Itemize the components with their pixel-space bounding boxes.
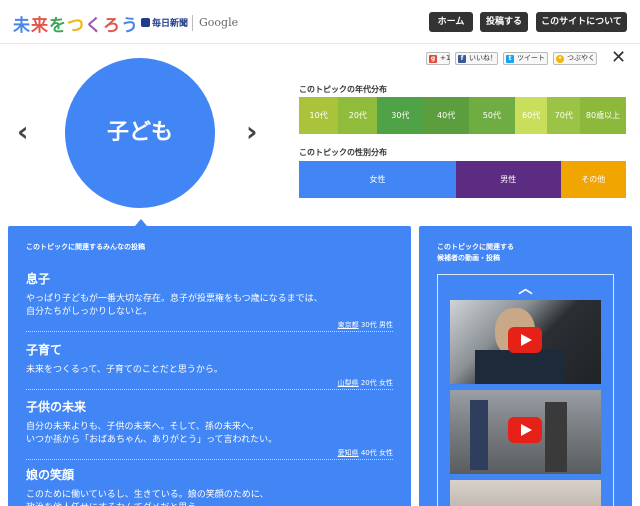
nav-post-button[interactable]: 投稿する	[480, 12, 528, 32]
scroll-up-chevron-icon[interactable]: ︿	[438, 278, 613, 298]
age-segment[interactable]: 30代	[377, 97, 424, 134]
video-thumbnail[interactable]	[450, 480, 601, 506]
site-logo[interactable]: 未来をつくろう	[13, 11, 139, 36]
logo-char: く	[85, 16, 103, 36]
related-posts-panel: このトピックに関連するみんなの投稿 息子 やっぱり子どもが一番大切な存在。息子が…	[8, 226, 411, 506]
prev-topic-chevron-left-icon[interactable]: ‹	[17, 118, 29, 146]
video-carousel: ︿	[437, 274, 614, 506]
video-person	[545, 402, 567, 472]
gender-segment[interactable]: 男性	[455, 161, 561, 198]
side-panel-title: このトピックに関連する 候補者の動画・投稿	[437, 243, 514, 262]
post-body: このために働いているし、生きている。娘の笑顔のために、 政治を他人任せにするなん…	[26, 490, 269, 506]
gplus-icon: g	[429, 55, 437, 63]
post-prefecture-link[interactable]: 愛知県	[338, 449, 359, 457]
gender-distribution-bar: 女性 男性 その他	[299, 161, 626, 198]
facebook-icon: f	[458, 55, 466, 63]
gender-distribution-title: このトピックの性別分布	[299, 148, 387, 157]
post-title: 子供の未来	[26, 400, 87, 414]
mainichi-logo: 毎日新聞	[141, 16, 188, 29]
logo-divider	[192, 15, 193, 31]
post-title: 娘の笑顔	[26, 468, 75, 482]
post-meta: 山梨県 20代 女性	[337, 379, 393, 387]
topic-pointer	[135, 219, 147, 226]
video-thumbnail[interactable]	[450, 300, 601, 384]
posts-panel-title: このトピックに関連するみんなの投稿	[26, 243, 145, 251]
post-prefecture-link[interactable]: 山梨県	[338, 379, 359, 387]
topic-circle: 子ども	[65, 58, 215, 208]
post-body: 未来をつくるって、子育てのことだと思うから。	[26, 365, 223, 375]
post-body: 自分の未来よりも、子供の未来へ。そして、孫の未来へ。 いつか孫から「おばあちゃん…	[26, 422, 278, 445]
post-meta: 愛知県 40代 女性	[337, 449, 393, 457]
age-segment[interactable]: 60代	[514, 97, 548, 134]
next-topic-chevron-right-icon[interactable]: ›	[246, 118, 258, 146]
post-item[interactable]: 息子 やっぱり子どもが一番大切な存在。息子が投票権をもつ歳になるまでは、 自分た…	[26, 270, 393, 332]
facebook-like-button[interactable]: f いいね！	[455, 52, 498, 65]
play-icon[interactable]	[508, 417, 542, 443]
logo-char: 未	[13, 16, 31, 36]
logo-char: ろ	[103, 16, 121, 36]
logo-char: う	[121, 16, 139, 36]
tweet-button[interactable]: t ツイート	[503, 52, 548, 65]
mainichi-mark-icon	[141, 18, 150, 27]
post-item[interactable]: 子育て 未来をつくるって、子育てのことだと思うから。 山梨県 20代 女性	[26, 341, 393, 390]
age-segment[interactable]: 20代	[338, 97, 378, 134]
twitter-icon: t	[506, 55, 514, 63]
age-segment[interactable]: 80歳以上	[580, 97, 626, 134]
post-item[interactable]: 娘の笑顔 このために働いているし、生きている。娘の笑顔のために、 政治を他人任せ…	[26, 466, 393, 506]
post-body: やっぱり子どもが一番大切な存在。息子が投票権をもつ歳になるまでは、 自分たちがし…	[26, 294, 323, 317]
nav-home-button[interactable]: ホーム	[429, 12, 473, 32]
age-segment[interactable]: 70代	[547, 97, 581, 134]
tsubuyaku-button[interactable]: • つぶやく	[553, 52, 597, 65]
post-title: 息子	[26, 272, 51, 286]
post-prefecture-link[interactable]: 東京都	[338, 321, 359, 329]
site-header: 未来をつくろう 毎日新聞 Google ホーム 投稿する このサイトについて	[0, 0, 640, 44]
gender-segment[interactable]: 女性	[299, 161, 456, 198]
age-segment[interactable]: 50代	[469, 97, 515, 134]
age-distribution-title: このトピックの年代分布	[299, 85, 387, 94]
post-title: 子育て	[26, 343, 63, 357]
gender-segment[interactable]: その他	[560, 161, 626, 198]
play-icon[interactable]	[508, 327, 542, 353]
logo-char: つ	[67, 16, 85, 36]
age-distribution-bar: 10代 20代 30代 40代 50代 60代 70代 80歳以上	[299, 97, 626, 134]
gplus-button[interactable]: g +1	[426, 52, 450, 65]
post-item[interactable]: 子供の未来 自分の未来よりも、子供の未来へ。そして、孫の未来へ。 いつか孫から「…	[26, 398, 393, 460]
google-logo: Google	[199, 16, 239, 29]
post-meta: 東京都 30代 男性	[337, 321, 393, 329]
close-icon[interactable]: ✕	[611, 49, 626, 67]
video-suit	[475, 350, 565, 384]
candidate-videos-panel: このトピックに関連する 候補者の動画・投稿 ︿	[419, 226, 632, 506]
nav-about-button[interactable]: このサイトについて	[536, 12, 627, 32]
video-thumbnail[interactable]	[450, 390, 601, 474]
age-segment[interactable]: 10代	[299, 97, 339, 134]
chat-bubble-icon: •	[556, 55, 564, 63]
video-person	[470, 400, 488, 470]
logo-char: を	[49, 16, 67, 36]
age-segment[interactable]: 40代	[423, 97, 469, 134]
logo-char: 来	[31, 16, 49, 36]
